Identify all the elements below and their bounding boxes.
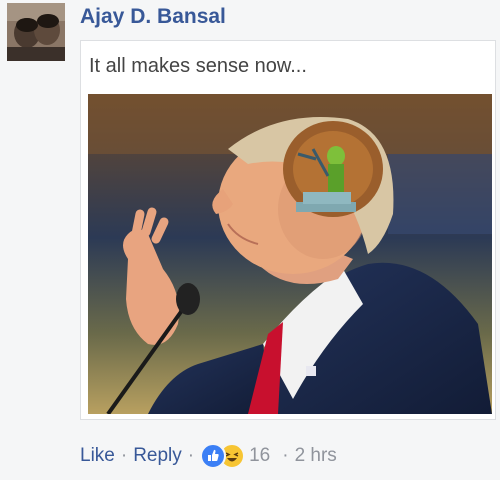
separator: · bbox=[187, 445, 195, 466]
comment-caption: It all makes sense now... bbox=[89, 55, 307, 77]
timestamp[interactable]: 2 hrs bbox=[295, 445, 337, 467]
separator: · bbox=[120, 445, 128, 466]
like-link[interactable]: Like bbox=[80, 445, 115, 467]
separator: · bbox=[282, 445, 289, 466]
comment-bubble: It all makes sense now... bbox=[80, 40, 496, 420]
comment: Ajay D. Bansal It all makes sense now... bbox=[0, 0, 500, 480]
reactions-summary[interactable]: 16 bbox=[200, 443, 270, 469]
reply-link[interactable]: Reply bbox=[133, 445, 182, 467]
like-icon bbox=[200, 443, 227, 469]
reaction-count: 16 bbox=[249, 445, 271, 466]
avatar[interactable] bbox=[7, 3, 65, 61]
author-name[interactable]: Ajay D. Bansal bbox=[80, 5, 226, 29]
comment-actions: Like · Reply · 16 · 2 hrs bbox=[80, 441, 337, 471]
meme-photo[interactable] bbox=[88, 94, 492, 414]
